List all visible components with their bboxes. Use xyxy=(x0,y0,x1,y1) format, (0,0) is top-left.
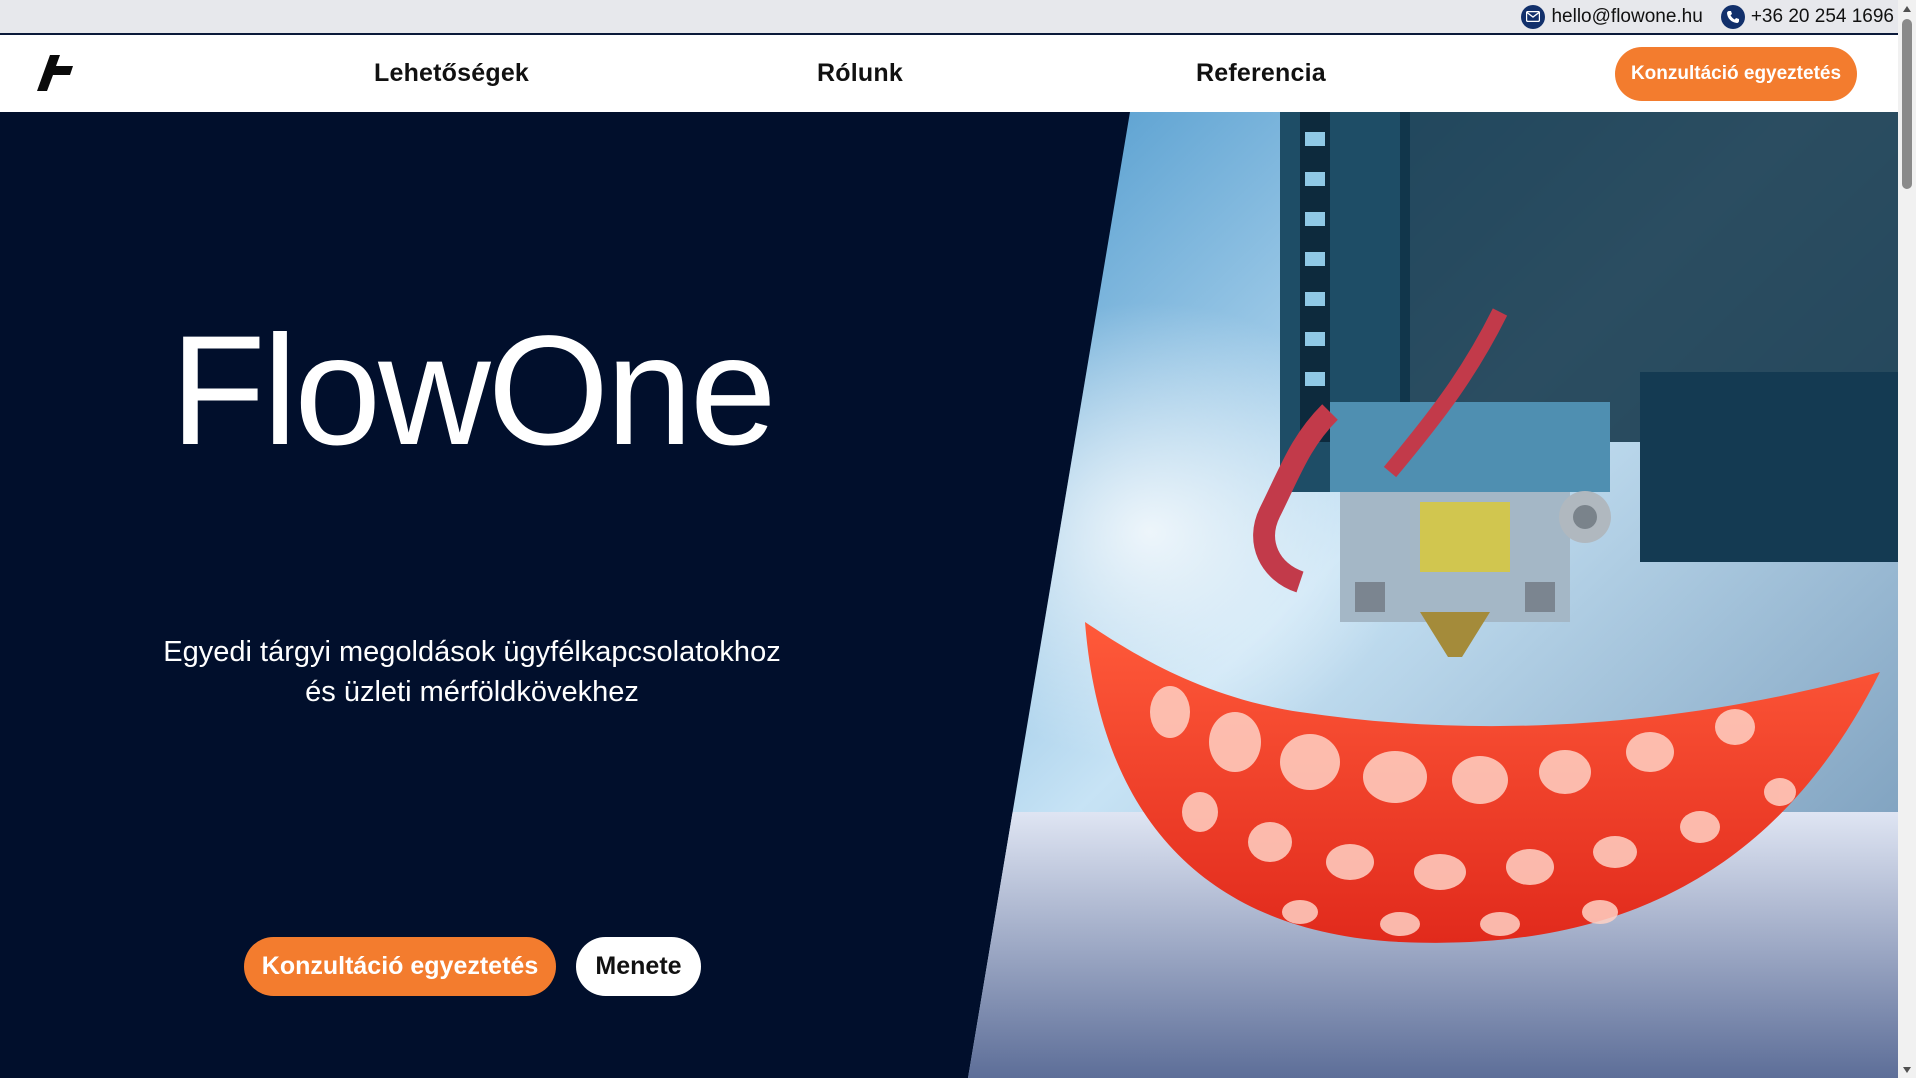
flowone-logo-icon[interactable] xyxy=(36,53,76,93)
hero-title: FlowOne xyxy=(170,304,776,478)
email-contact[interactable]: hello@flowone.hu xyxy=(1521,4,1703,29)
nav-item-lehetosegek[interactable]: Lehetőségek xyxy=(374,59,529,88)
mail-icon xyxy=(1521,4,1546,29)
3d-printer-photo xyxy=(968,112,1898,1078)
hero-subtitle: Egyedi tárgyi megoldások ügyfélkapcsolat… xyxy=(0,632,944,712)
hero-subtitle-line-1: Egyedi tárgyi megoldások ügyfélkapcsolat… xyxy=(163,636,781,668)
hero-process-button[interactable]: Menete xyxy=(576,937,701,996)
contact-bar: hello@flowone.hu +36 20 254 1696 xyxy=(0,0,1898,35)
scroll-up-arrow-icon[interactable] xyxy=(1898,0,1916,17)
scroll-thumb[interactable] xyxy=(1902,19,1912,189)
page-scrollbar[interactable] xyxy=(1898,0,1916,1078)
hero-section: FlowOne Egyedi tárgyi megoldások ügyfélk… xyxy=(0,112,1898,1078)
scroll-down-arrow-icon[interactable] xyxy=(1898,1061,1916,1078)
email-text: hello@flowone.hu xyxy=(1551,5,1703,27)
hero-consultation-button[interactable]: Konzultáció egyeztetés xyxy=(244,937,556,996)
phone-contact[interactable]: +36 20 254 1696 xyxy=(1720,4,1894,29)
main-navigation: Lehetőségek Rólunk Referencia Konzultáci… xyxy=(0,35,1898,112)
nav-item-rolunk[interactable]: Rólunk xyxy=(817,59,903,88)
hero-subtitle-line-2: és üzleti mérföldkövekhez xyxy=(305,676,639,708)
nav-item-referencia[interactable]: Referencia xyxy=(1196,59,1326,88)
phone-text: +36 20 254 1696 xyxy=(1750,5,1894,27)
nav-consultation-button[interactable]: Konzultáció egyeztetés xyxy=(1615,47,1857,101)
page-viewport: hello@flowone.hu +36 20 254 1696 Lehetős… xyxy=(0,0,1898,1078)
phone-icon xyxy=(1720,4,1745,29)
